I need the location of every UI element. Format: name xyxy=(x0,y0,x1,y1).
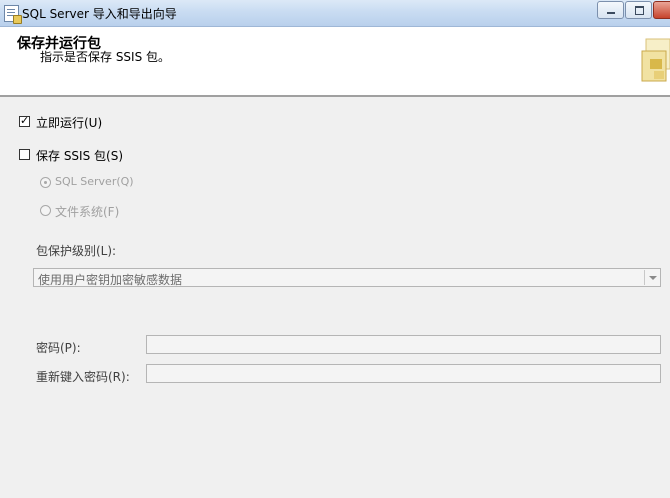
file-system-label: 文件系统(F) xyxy=(55,205,120,219)
protection-level-select[interactable]: 使用用户密钥加密敏感数据 xyxy=(33,268,661,287)
sql-server-label: SQL Server(Q) xyxy=(55,175,134,188)
run-immediately-checkbox[interactable] xyxy=(19,114,30,127)
protection-level-label: 包保护级别(L): xyxy=(36,244,117,258)
document-icon xyxy=(4,5,22,24)
retype-password-label: 重新键入密码(R): xyxy=(36,370,130,384)
password-label: 密码(P): xyxy=(36,341,81,355)
page-subtitle: 指示是否保存 SSIS 包。 xyxy=(40,50,171,64)
sql-server-radio[interactable] xyxy=(40,177,51,188)
password-field[interactable] xyxy=(146,335,661,354)
maximize-button[interactable] xyxy=(625,1,652,19)
chevron-down-icon[interactable] xyxy=(644,270,659,285)
run-immediately-label: 立即运行(U) xyxy=(36,116,103,130)
save-ssis-label: 保存 SSIS 包(S) xyxy=(36,149,124,163)
save-ssis-checkbox[interactable] xyxy=(19,149,30,160)
title-bar: SQL Server 导入和导出向导 xyxy=(0,0,670,27)
file-system-radio[interactable] xyxy=(40,205,51,216)
protection-level-value: 使用用户密钥加密敏感数据 xyxy=(38,273,183,287)
wizard-header: 保存并运行包 指示是否保存 SSIS 包。 xyxy=(0,27,670,97)
retype-password-field[interactable] xyxy=(146,364,661,383)
close-button[interactable] xyxy=(653,1,670,19)
minimize-button[interactable] xyxy=(597,1,624,19)
wizard-graphic-icon xyxy=(641,38,670,82)
window-title: SQL Server 导入和导出向导 xyxy=(22,7,177,21)
